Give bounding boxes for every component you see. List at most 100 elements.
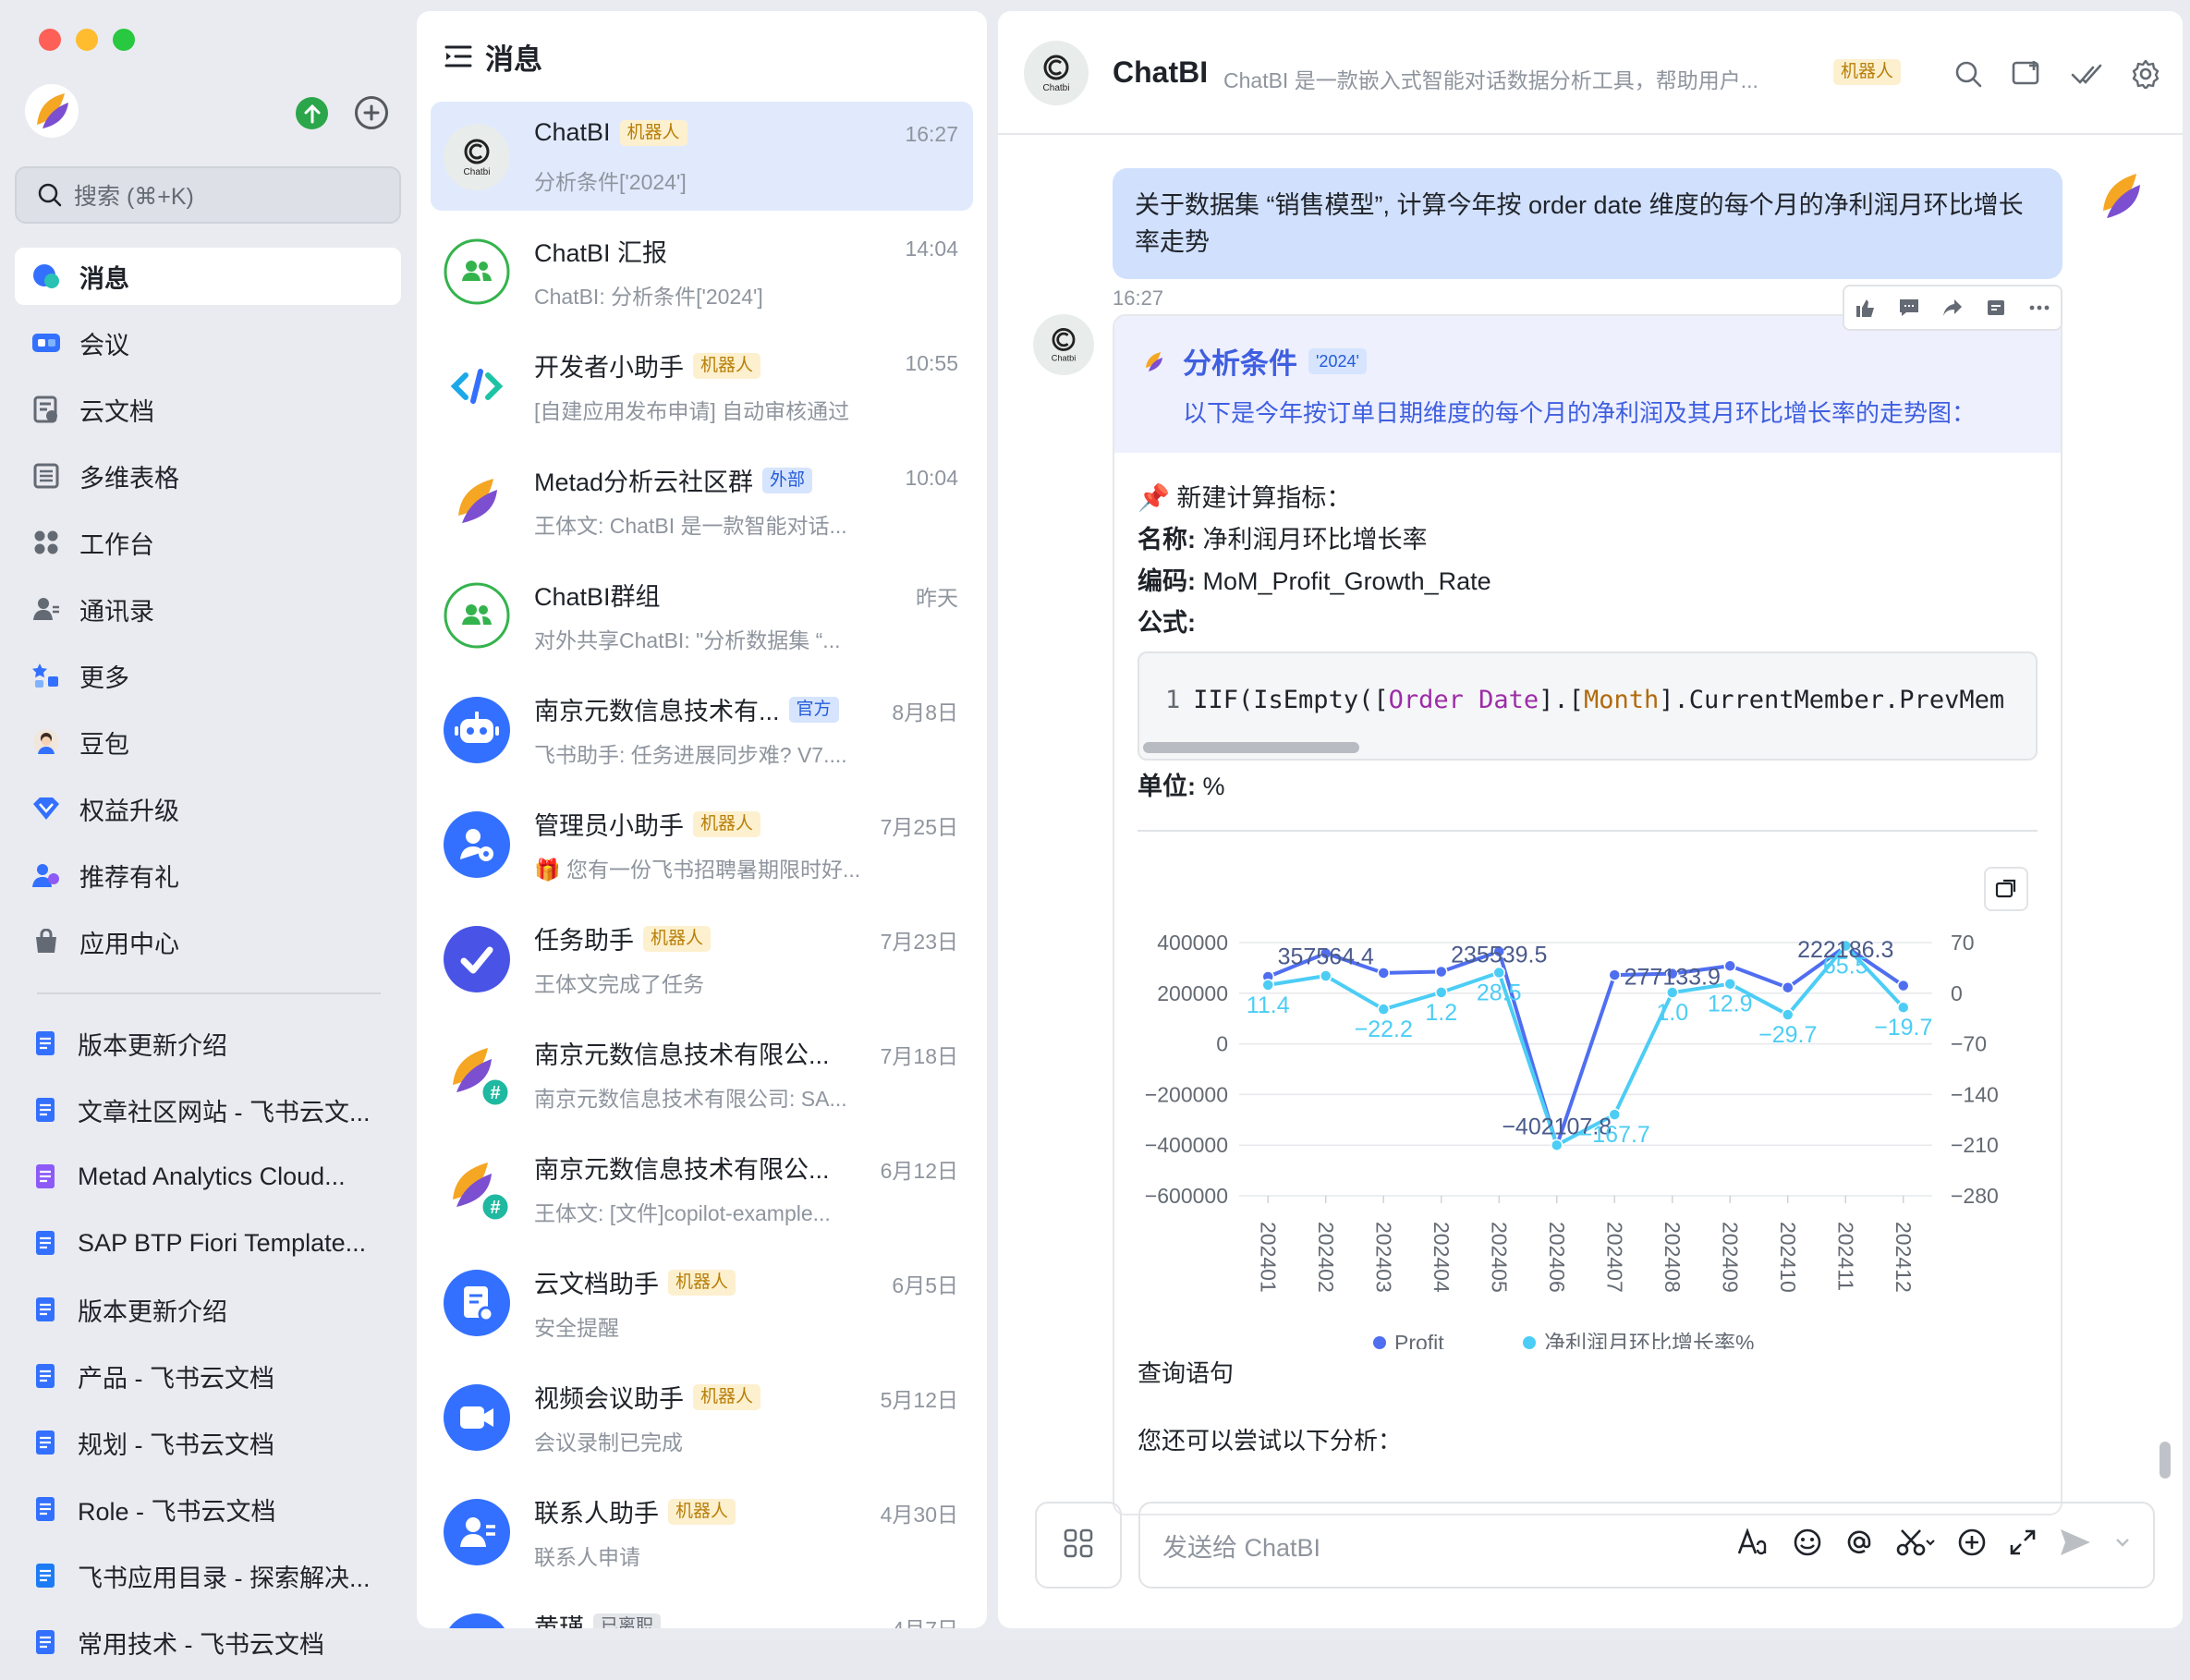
chat-avatar bbox=[444, 238, 510, 305]
add-attachment-icon[interactable] bbox=[1957, 1528, 1987, 1557]
text-format-icon[interactable] bbox=[1737, 1528, 1770, 1557]
chat-list-item[interactable]: 黄瑾已离职 4月7日 bbox=[431, 1591, 973, 1628]
chat-list-item[interactable]: 联系人助手 机器人 4月30日 联系人申请 bbox=[431, 1477, 973, 1586]
chat-scrollbar[interactable] bbox=[2160, 1442, 2171, 1479]
done-check-icon[interactable] bbox=[2070, 57, 2103, 91]
sidebar-item-label: 更多 bbox=[79, 663, 129, 692]
query-statement-label[interactable]: 查询语句 bbox=[1138, 1353, 2038, 1394]
minimize-window-button[interactable] bbox=[76, 29, 98, 51]
sidebar-item-referral[interactable]: 推荐有礼 bbox=[15, 846, 401, 904]
meeting-icon bbox=[31, 328, 61, 358]
chat-list-item[interactable]: # 南京元数信息技术有限公... 6月12日 王体文: [文件]copilot-exa… bbox=[431, 1133, 973, 1242]
metric-code-value: MoM_Profit_Growth_Rate bbox=[1202, 567, 1491, 595]
upload-icon[interactable] bbox=[296, 97, 328, 129]
pinned-doc-item[interactable]: 版本更新介绍 bbox=[15, 1015, 401, 1072]
chat-preview: [自建应用发布申请] 自动审核通过 bbox=[534, 399, 850, 423]
chat-list-item[interactable]: 南京元数信息技术有... 官方 8月8日 飞书助手: 任务进展同步难? V7.... bbox=[431, 675, 973, 784]
sidebar-item-upgrade[interactable]: 权益升级 bbox=[15, 780, 401, 837]
svg-text:Chatbi: Chatbi bbox=[1043, 83, 1070, 93]
y-left-tick-label: −400000 bbox=[1145, 1133, 1228, 1157]
close-window-button[interactable] bbox=[39, 29, 61, 51]
chat-list-item[interactable]: Metad分析云社区群 外部 10:04 王体文: ChatBI 是一款智能对话... bbox=[431, 445, 973, 554]
maximize-window-button[interactable] bbox=[113, 29, 135, 51]
user-avatar[interactable] bbox=[2094, 168, 2146, 224]
sidebar-item-messages[interactable]: 消息 bbox=[15, 248, 401, 305]
pinned-doc-item[interactable]: 飞书应用目录 - 探索解决... bbox=[15, 1547, 401, 1604]
thumbs-up-icon[interactable] bbox=[1855, 297, 1877, 319]
code-horizontal-scrollbar[interactable] bbox=[1143, 742, 1359, 753]
chat-list-item[interactable]: # 南京元数信息技术有限公... 7月18日 南京元数信息技术有限公司: SA... bbox=[431, 1018, 973, 1127]
sidebar-item-contacts[interactable]: 通讯录 bbox=[15, 580, 401, 638]
chat-list-item[interactable]: ChatBI群组 昨天 对外共享ChatBI: "分析数据集 “... bbox=[431, 560, 973, 669]
data-point bbox=[1782, 1008, 1795, 1021]
bot-message-avatar[interactable]: Chatbi bbox=[1033, 314, 1094, 375]
app-shortcuts-button[interactable] bbox=[1035, 1502, 1122, 1589]
chat-list-item[interactable]: Chatbi ChatBI 机器人 16:27 分析条件['2024'] bbox=[431, 102, 973, 211]
pinned-doc-item[interactable]: 规划 - 飞书云文档 bbox=[15, 1414, 401, 1471]
sidebar-item-meetings[interactable]: 会议 bbox=[15, 314, 401, 371]
y-left-tick-label: −200000 bbox=[1145, 1082, 1228, 1106]
add-icon[interactable] bbox=[355, 96, 388, 129]
chat-name: 管理员小助手 bbox=[534, 812, 684, 840]
pinned-doc-item[interactable]: Metad Analytics Cloud... bbox=[15, 1148, 401, 1205]
comment-icon[interactable] bbox=[1898, 297, 1920, 319]
upgrade-icon bbox=[31, 794, 61, 823]
chat-list-item[interactable]: 云文档助手 机器人 6月5日 安全提醒 bbox=[431, 1248, 973, 1357]
x-tick-label: 202408 bbox=[1661, 1222, 1685, 1293]
emoji-icon[interactable] bbox=[1793, 1528, 1822, 1557]
sidebar-item-workplace[interactable]: 工作台 bbox=[15, 514, 401, 571]
chat-list-item[interactable]: 开发者小助手 机器人 10:55 [自建应用发布申请] 自动审核通过 bbox=[431, 331, 973, 440]
sidebar-item-app-center[interactable]: 应用中心 bbox=[15, 913, 401, 970]
search-chat-icon[interactable] bbox=[1952, 57, 1985, 91]
y-left-tick-label: 200000 bbox=[1157, 981, 1228, 1005]
chat-list-item[interactable]: 视频会议助手 机器人 5月12日 会议录制已完成 bbox=[431, 1362, 973, 1471]
formula-code-block[interactable]: 1 IIF(IsEmpty([Order Date].[Month].Curren… bbox=[1138, 651, 2038, 761]
pinned-doc-item[interactable]: Role - 飞书云文档 bbox=[15, 1480, 401, 1538]
code-line-number: 1 bbox=[1165, 686, 1181, 714]
document-icon bbox=[33, 1495, 57, 1523]
pinned-doc-item[interactable]: 常用技术 - 飞书云文档 bbox=[15, 1613, 401, 1671]
pinned-doc-item[interactable]: SAP BTP Fiori Template... bbox=[15, 1214, 401, 1272]
sidebar-item-base[interactable]: 多维表格 bbox=[15, 447, 401, 505]
sidebar-item-label: 云文档 bbox=[79, 397, 154, 426]
chat-panel: Chatbi ChatBI ChatBI 是一款嵌入式智能对话数据分析工具，帮助… bbox=[998, 11, 2183, 1628]
chat-list-item[interactable]: 管理员小助手 机器人 7月25日 🎁 您有一份飞书招聘暑期限时好... bbox=[431, 789, 973, 898]
chatbi-avatar[interactable]: Chatbi bbox=[1024, 41, 1089, 105]
sidebar-item-label: 会议 bbox=[79, 331, 129, 359]
screenshot-scissors-icon[interactable] bbox=[1896, 1528, 1935, 1557]
more-options-icon[interactable] bbox=[2028, 297, 2050, 319]
chat-name: 南京元数信息技术有... bbox=[534, 698, 780, 725]
card-header: 分析条件 '2024' 以下是今年按订单日期维度的每个月的净利润及其月环比增长率… bbox=[1114, 316, 2061, 453]
document-icon bbox=[33, 1163, 57, 1190]
legend-label: 净利润月环比增长率% bbox=[1544, 1331, 1754, 1349]
send-options-chevron-down-icon[interactable] bbox=[2114, 1537, 2131, 1548]
forward-icon[interactable] bbox=[1941, 297, 1964, 319]
x-tick-label: 202401 bbox=[1256, 1222, 1280, 1293]
pinned-doc-label: SAP BTP Fiori Template... bbox=[78, 1228, 367, 1257]
sidebar-item-more[interactable]: 更多 bbox=[15, 647, 401, 704]
send-icon[interactable] bbox=[2059, 1528, 2092, 1557]
search-input[interactable]: 搜索 (⌘+K) bbox=[15, 166, 401, 224]
data-point bbox=[1723, 959, 1736, 972]
chat-name: ChatBI 汇报 bbox=[534, 239, 668, 267]
pinned-doc-label: 规划 - 飞书云文档 bbox=[78, 1430, 274, 1459]
mention-icon[interactable] bbox=[1844, 1528, 1874, 1557]
pin-message-icon[interactable] bbox=[1985, 297, 2007, 319]
pinned-doc-item[interactable]: 版本更新介绍 bbox=[15, 1281, 401, 1338]
chat-list-item[interactable]: ChatBI 汇报 14:04 ChatBI: 分析条件['2024'] bbox=[431, 216, 973, 325]
collapse-list-icon[interactable] bbox=[444, 43, 472, 69]
chat-name: 联系人助手 bbox=[534, 1500, 659, 1528]
new-topic-icon[interactable] bbox=[2011, 57, 2044, 91]
message-input[interactable]: 发送给 ChatBI bbox=[1138, 1502, 2155, 1589]
user-avatar-logo-icon[interactable] bbox=[24, 82, 79, 140]
pinned-doc-item[interactable]: 文章社区网站 - 飞书云文... bbox=[15, 1081, 401, 1138]
pinned-doc-item[interactable]: 产品 - 飞书云文档 bbox=[15, 1347, 401, 1405]
chat-preview: 会议录制已完成 bbox=[534, 1430, 683, 1455]
settings-gear-icon[interactable] bbox=[2129, 57, 2162, 91]
expand-editor-icon[interactable] bbox=[2009, 1528, 2037, 1556]
sidebar-item-cloud-docs[interactable]: 云文档 bbox=[15, 381, 401, 438]
sidebar-item-doubao[interactable]: 豆包 bbox=[15, 713, 401, 771]
chat-time: 4月30日 bbox=[880, 1503, 958, 1527]
chat-list-item[interactable]: 任务助手 机器人 7月23日 王体文完成了任务 bbox=[431, 904, 973, 1013]
message-list-panel: 消息 Chatbi ChatBI 机器人 16:27 分析条件['2024'] ChatB… bbox=[417, 11, 987, 1628]
